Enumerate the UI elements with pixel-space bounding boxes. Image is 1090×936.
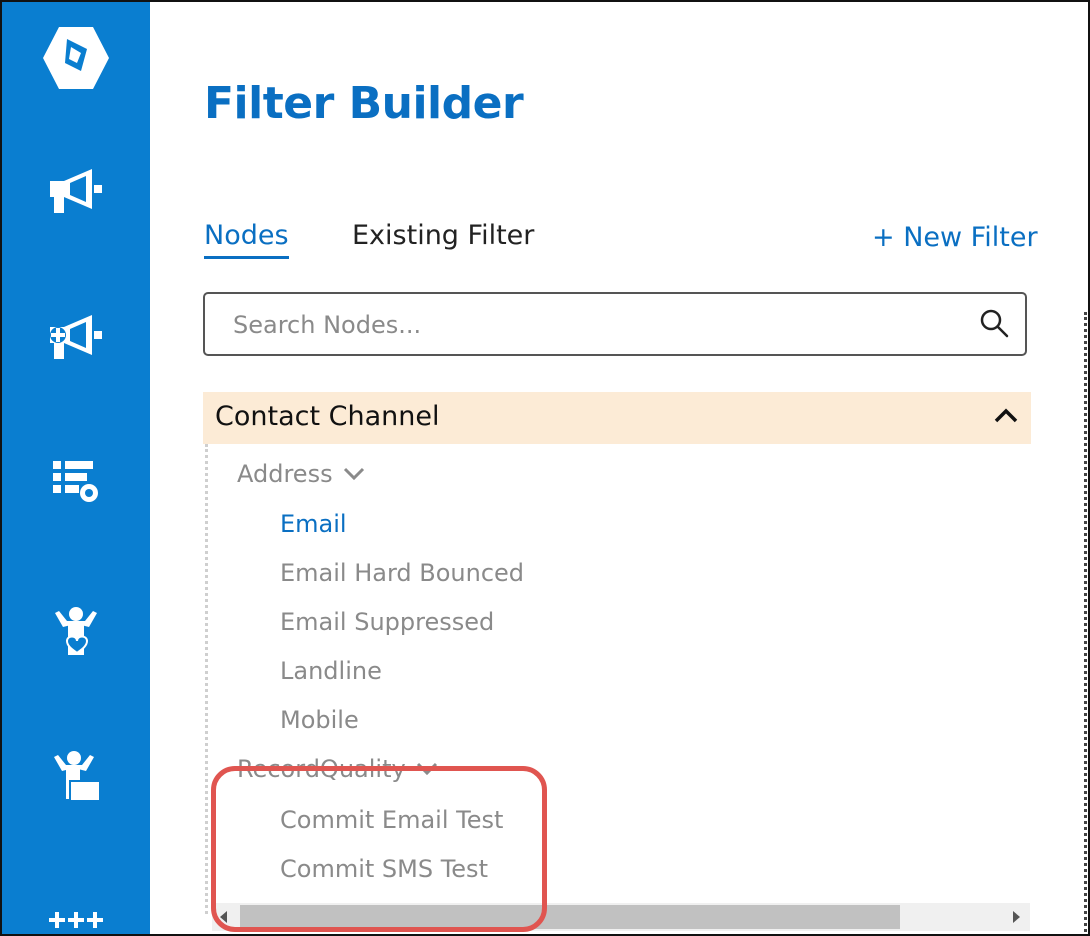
sidebar (2, 2, 150, 934)
chevron-up-icon[interactable] (993, 406, 1019, 428)
group-label: RecordQuality (237, 755, 406, 783)
list-item-commit-email-test[interactable]: Commit Email Test (280, 806, 503, 834)
megaphone-icon[interactable] (2, 152, 150, 232)
list-item-email-suppressed[interactable]: Email Suppressed (280, 608, 494, 636)
sparkle-grid-icon[interactable] (2, 878, 150, 934)
chevron-down-icon[interactable] (416, 761, 438, 777)
person-desk-icon[interactable] (2, 736, 150, 816)
group-record-quality[interactable]: RecordQuality (237, 755, 438, 783)
scroll-left-icon[interactable] (220, 911, 227, 923)
scroll-right-icon[interactable] (1013, 911, 1020, 923)
list-item-email-hard-bounced[interactable]: Email Hard Bounced (280, 559, 524, 587)
list-item-landline[interactable]: Landline (280, 657, 382, 685)
list-item-commit-sms-test[interactable]: Commit SMS Test (280, 855, 488, 883)
page-title: Filter Builder (204, 78, 524, 129)
megaphone-plus-icon[interactable] (2, 298, 150, 378)
section-contact-channel[interactable]: Contact Channel (203, 392, 1031, 444)
table-settings-icon[interactable] (2, 442, 150, 522)
list-item-email[interactable]: Email (280, 510, 347, 538)
tab-nodes[interactable]: Nodes (204, 220, 289, 259)
search-box (203, 292, 1027, 356)
group-label: Address (237, 460, 333, 488)
chevron-down-icon[interactable] (343, 466, 365, 482)
search-input[interactable] (231, 294, 955, 356)
scrollbar-thumb[interactable] (240, 905, 900, 929)
search-icon[interactable] (979, 308, 1009, 342)
app-window: Filter Builder Nodes Existing Filter + N… (0, 0, 1090, 936)
section-label: Contact Channel (215, 401, 440, 432)
new-filter-button[interactable]: + New Filter (872, 222, 1038, 253)
tab-existing-filter[interactable]: Existing Filter (352, 220, 534, 256)
list-item-mobile[interactable]: Mobile (280, 706, 359, 734)
horizontal-scrollbar[interactable] (212, 903, 1030, 931)
group-address[interactable]: Address (237, 460, 365, 488)
logo-icon[interactable] (2, 18, 150, 98)
person-heart-icon[interactable] (2, 592, 150, 672)
tree-guide-line (205, 444, 208, 914)
panel-edge-divider (1084, 312, 1087, 934)
